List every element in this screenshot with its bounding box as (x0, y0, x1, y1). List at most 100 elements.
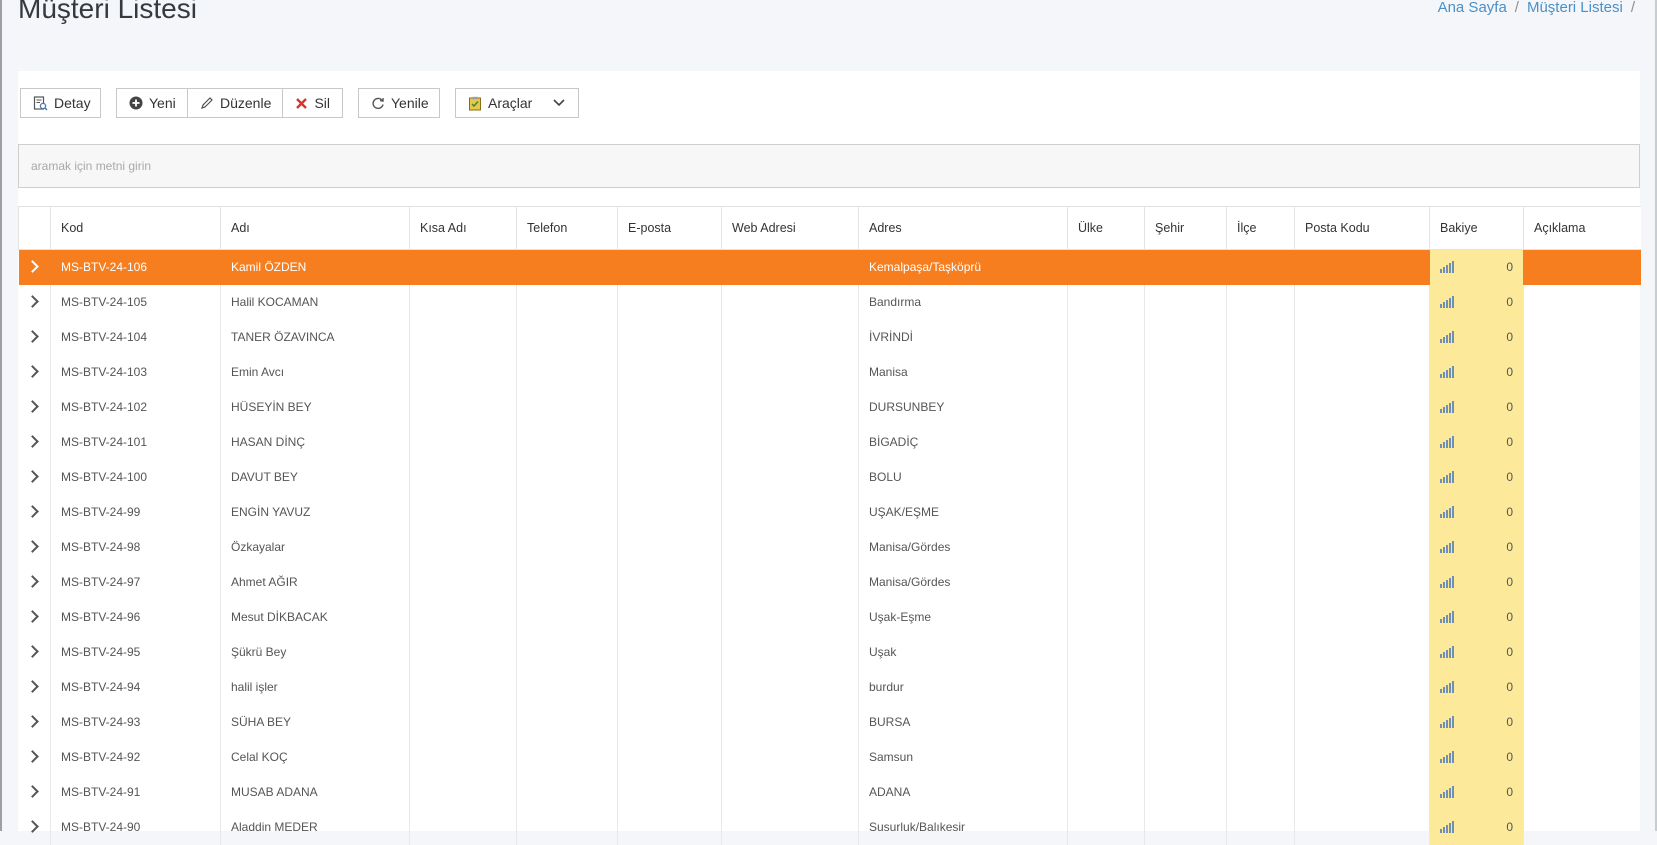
row-expand-button[interactable] (19, 425, 51, 460)
sil-button[interactable]: Sil (282, 88, 343, 118)
bar-chart-icon[interactable] (1440, 646, 1454, 658)
table-row[interactable]: MS-BTV-24-101 HASAN DİNÇ BİGADİÇ 0 (19, 424, 1641, 460)
customer-grid: Kod Adı Kısa Adı Telefon E-posta Web Adr… (18, 206, 1641, 845)
cell-aciklama (1523, 704, 1641, 740)
row-expand-button[interactable] (19, 355, 51, 390)
cell-posta-kodu (1294, 669, 1430, 705)
duzenle-button[interactable]: Düzenle (187, 88, 283, 118)
cell-sehir (1144, 739, 1227, 775)
cell-adres: Manisa/Gördes (858, 529, 1068, 565)
breadcrumb-home-link[interactable]: Ana Sayfa (1438, 0, 1507, 18)
column-header-aciklama[interactable]: Açıklama (1523, 206, 1641, 250)
cell-kod: MS-BTV-24-105 (50, 284, 221, 320)
bar-chart-icon[interactable] (1440, 296, 1454, 308)
cell-kisa-adi (409, 599, 517, 635)
table-row[interactable]: MS-BTV-24-102 HÜSEYİN BEY DURSUNBEY 0 (19, 389, 1641, 425)
row-expand-button[interactable] (19, 390, 51, 425)
row-expand-button[interactable] (19, 460, 51, 495)
search-input[interactable] (19, 145, 1639, 187)
bar-chart-icon[interactable] (1440, 541, 1454, 553)
table-row[interactable]: MS-BTV-24-97 Ahmet AĞIR Manisa/Gördes 0 (19, 564, 1641, 600)
bar-chart-icon[interactable] (1440, 506, 1454, 518)
row-expand-button[interactable] (19, 600, 51, 635)
row-expand-button[interactable] (19, 705, 51, 740)
column-header-ulke[interactable]: Ülke (1067, 206, 1145, 250)
table-row[interactable]: MS-BTV-24-91 MUSAB ADANA ADANA 0 (19, 774, 1641, 810)
row-expand-button[interactable] (19, 740, 51, 775)
clipboard-icon (468, 95, 482, 111)
bar-chart-icon[interactable] (1440, 471, 1454, 483)
table-row[interactable]: MS-BTV-24-103 Emin Avcı Manisa 0 (19, 354, 1641, 390)
table-row[interactable]: MS-BTV-24-93 SÜHA BEY BURSA 0 (19, 704, 1641, 740)
column-header-ilce[interactable]: İlçe (1226, 206, 1295, 250)
bar-chart-icon[interactable] (1440, 401, 1454, 413)
bar-chart-icon[interactable] (1440, 261, 1454, 274)
column-header-bakiye[interactable]: Bakiye (1429, 206, 1524, 250)
cell-aciklama (1523, 424, 1641, 460)
row-expand-button[interactable] (19, 320, 51, 355)
bar-chart-icon[interactable] (1440, 716, 1454, 728)
column-header-kod[interactable]: Kod (50, 206, 221, 250)
detay-button[interactable]: Detay (20, 88, 101, 118)
araclar-button-label: Araçlar (488, 95, 533, 111)
chevron-right-icon (26, 610, 40, 623)
table-row[interactable]: MS-BTV-24-90 Aladdin MEDER Susurluk/Balıke… (19, 809, 1641, 845)
column-header-kisa-adi[interactable]: Kısa Adı (409, 206, 517, 250)
bar-chart-icon[interactable] (1440, 436, 1454, 448)
row-expand-button[interactable] (19, 285, 51, 320)
table-row[interactable]: MS-BTV-24-106 Kamil ÖZDEN Kemalpaşa/Taşköp… (18, 249, 1641, 285)
table-row[interactable]: MS-BTV-24-99 ENGİN YAVUZ UŞAK/EŞME 0 (19, 494, 1641, 530)
column-header-sehir[interactable]: Şehir (1144, 206, 1227, 250)
cell-ulke (1067, 459, 1145, 495)
cell-web-adresi (721, 739, 859, 775)
table-row[interactable]: MS-BTV-24-98 Özkayalar Manisa/Gördes 0 (19, 529, 1641, 565)
bar-chart-icon[interactable] (1440, 331, 1454, 343)
row-expand-button[interactable] (18, 249, 51, 285)
column-header-telefon[interactable]: Telefon (516, 206, 618, 250)
table-row[interactable]: MS-BTV-24-100 DAVUT BEY BOLU 0 (19, 459, 1641, 495)
bakiye-content: 0 (1440, 400, 1513, 414)
row-expand-button[interactable] (19, 810, 51, 845)
cell-sehir (1144, 704, 1227, 740)
column-header-posta-kodu[interactable]: Posta Kodu (1294, 206, 1430, 250)
bar-chart-icon[interactable] (1440, 366, 1454, 378)
breadcrumb-current-link[interactable]: Müşteri Listesi (1527, 0, 1623, 18)
column-header-eposta[interactable]: E-posta (617, 206, 722, 250)
column-header-expander (18, 206, 51, 250)
row-expand-button[interactable] (19, 775, 51, 810)
bar-chart-icon[interactable] (1440, 576, 1454, 588)
cell-web-adresi (721, 809, 859, 845)
cell-adres: Susurluk/Balıkesir (858, 809, 1068, 845)
table-row[interactable]: MS-BTV-24-94 halil işler burdur 0 (19, 669, 1641, 705)
table-row[interactable]: MS-BTV-24-105 Halil KOCAMAN Bandırma 0 (19, 284, 1641, 320)
table-row[interactable]: MS-BTV-24-104 TANER ÖZAVINCA İVRİNDİ 0 (19, 319, 1641, 355)
yeni-button[interactable]: Yeni (116, 88, 188, 118)
table-row[interactable]: MS-BTV-24-95 Şükrü Bey Uşak 0 (19, 634, 1641, 670)
row-expand-button[interactable] (19, 565, 51, 600)
x-icon (295, 95, 308, 111)
cell-telefon (516, 459, 618, 495)
bar-chart-icon[interactable] (1440, 786, 1454, 798)
bakiye-content: 0 (1440, 470, 1513, 484)
bar-chart-icon[interactable] (1440, 821, 1454, 833)
row-expand-button[interactable] (19, 530, 51, 565)
row-expand-button[interactable] (19, 635, 51, 670)
chevron-right-icon (26, 330, 40, 343)
cell-kisa-adi (409, 564, 517, 600)
bar-chart-icon[interactable] (1440, 681, 1454, 693)
column-header-adres[interactable]: Adres (858, 206, 1068, 250)
cell-kod: MS-BTV-24-102 (50, 389, 221, 425)
cell-aciklama (1523, 809, 1641, 845)
column-header-web-adresi[interactable]: Web Adresi (721, 206, 859, 250)
row-expand-button[interactable] (19, 495, 51, 530)
table-row[interactable]: MS-BTV-24-96 Mesut DİKBACAK Uşak-Eşme 0 (19, 599, 1641, 635)
araclar-dropdown-button[interactable]: Araçlar (455, 88, 579, 118)
table-row[interactable]: MS-BTV-24-92 Celal KOÇ Samsun 0 (19, 739, 1641, 775)
bar-chart-icon[interactable] (1440, 611, 1454, 623)
column-header-adi[interactable]: Adı (220, 206, 410, 250)
cell-kisa-adi (409, 809, 517, 845)
cell-adres: Uşak-Eşme (858, 599, 1068, 635)
bar-chart-icon[interactable] (1440, 751, 1454, 763)
row-expand-button[interactable] (19, 670, 51, 705)
yenile-button[interactable]: Yenile (358, 88, 440, 118)
